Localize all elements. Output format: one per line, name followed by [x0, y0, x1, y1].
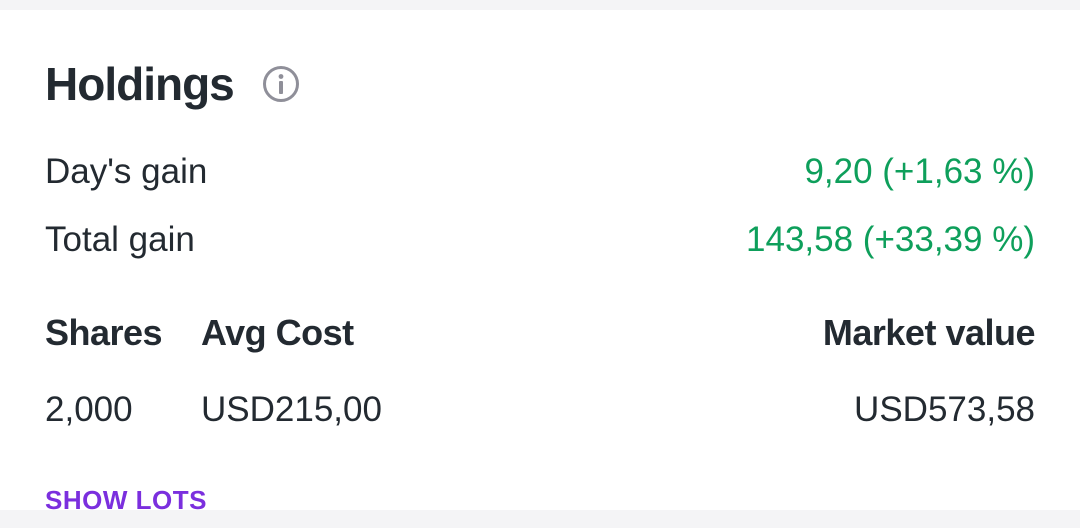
- days-gain-label: Day's gain: [45, 152, 208, 191]
- holdings-card: Holdings Day's gain 9,20 (+1,63 %) Total…: [0, 10, 1080, 515]
- total-gain-label: Total gain: [45, 220, 195, 259]
- shares-value: 2,000: [45, 390, 133, 429]
- market-value-value: USD573,58: [854, 390, 1035, 429]
- holdings-title: Holdings: [45, 58, 235, 110]
- total-gain-row: Total gain 143,58 (+33,39 %): [45, 218, 1035, 262]
- days-gain-row: Day's gain 9,20 (+1,63 %): [45, 150, 1035, 194]
- avg-cost-value: USD215,00: [201, 390, 382, 429]
- avg-cost-header: Avg Cost: [201, 312, 354, 353]
- holdings-header: Holdings: [45, 56, 300, 112]
- market-value-header: Market value: [822, 312, 1036, 353]
- total-gain-value: 143,58 (+33,39 %): [746, 220, 1035, 259]
- info-icon[interactable]: [262, 65, 300, 103]
- show-lots-button[interactable]: SHOW LOTS: [45, 484, 207, 516]
- shares-header: Shares: [45, 312, 163, 353]
- days-gain-value: 9,20 (+1,63 %): [804, 152, 1035, 191]
